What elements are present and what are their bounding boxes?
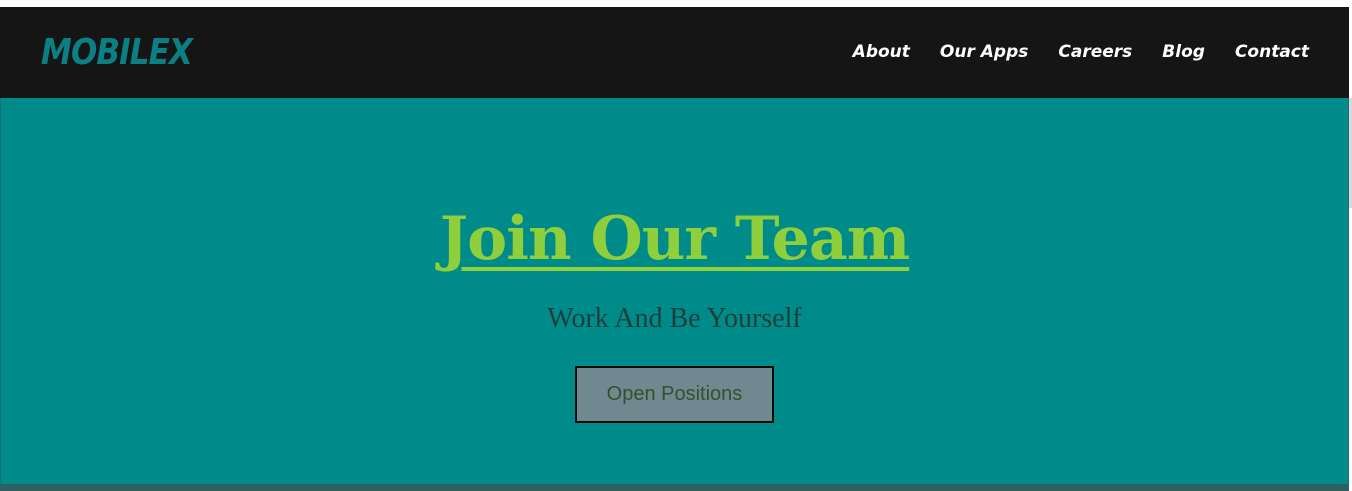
- top-navbar: MOBILEX About Our Apps Careers Blog Cont…: [0, 7, 1349, 98]
- nav-link-careers[interactable]: Careers: [1058, 42, 1132, 62]
- nav-link-our-apps[interactable]: Our Apps: [940, 42, 1028, 62]
- nav-link-contact[interactable]: Contact: [1235, 42, 1309, 62]
- nav-link-about[interactable]: About: [853, 42, 910, 62]
- brand-logo[interactable]: MOBILEX: [41, 35, 193, 71]
- hero-section: [0, 98, 1349, 484]
- main-nav: About Our Apps Careers Blog Contact: [853, 42, 1309, 62]
- hero-title[interactable]: Join Our Team: [0, 209, 1349, 269]
- footer-strip: [0, 484, 1349, 491]
- careers-page: MOBILEX About Our Apps Careers Blog Cont…: [0, 0, 1352, 491]
- hero-subtitle: Work And Be Yourself: [547, 303, 802, 334]
- nav-link-blog[interactable]: Blog: [1162, 42, 1205, 62]
- open-positions-button[interactable]: Open Positions: [575, 366, 774, 423]
